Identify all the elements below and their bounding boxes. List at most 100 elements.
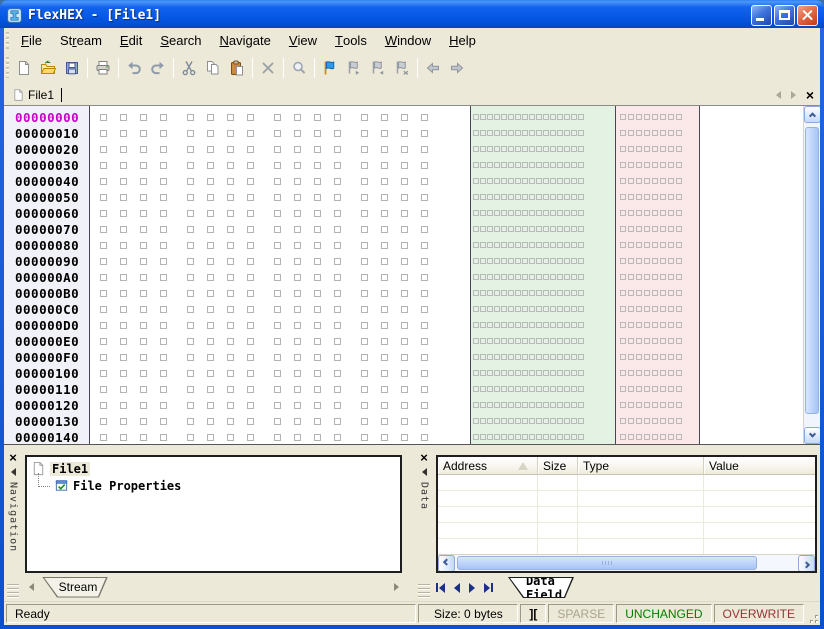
empty-byte-cell[interactable] <box>314 354 321 361</box>
empty-byte-cell[interactable] <box>294 178 301 185</box>
empty-ansi-cell[interactable] <box>501 386 507 392</box>
empty-ansi-cell[interactable] <box>536 130 542 136</box>
row-address[interactable]: 00000070 <box>4 222 90 237</box>
empty-wide-cell[interactable] <box>652 274 658 280</box>
empty-ansi-cell[interactable] <box>550 162 556 168</box>
empty-byte-cell[interactable] <box>294 322 301 329</box>
empty-ansi-cell[interactable] <box>564 194 570 200</box>
empty-byte-cell[interactable] <box>160 242 167 249</box>
empty-ansi-cell[interactable] <box>543 226 549 232</box>
empty-ansi-cell[interactable] <box>501 402 507 408</box>
ansi-char-cells[interactable] <box>470 146 616 152</box>
empty-ansi-cell[interactable] <box>571 322 577 328</box>
hex-byte-cells[interactable] <box>90 226 470 233</box>
empty-byte-cell[interactable] <box>140 258 147 265</box>
empty-ansi-cell[interactable] <box>480 402 486 408</box>
empty-wide-cell[interactable] <box>636 178 642 184</box>
empty-wide-cell[interactable] <box>652 418 658 424</box>
empty-ansi-cell[interactable] <box>557 402 563 408</box>
empty-ansi-cell[interactable] <box>564 370 570 376</box>
column-header-value[interactable]: Value <box>704 457 815 474</box>
empty-ansi-cell[interactable] <box>480 386 486 392</box>
empty-byte-cell[interactable] <box>160 434 167 441</box>
empty-byte-cell[interactable] <box>100 322 107 329</box>
empty-ansi-cell[interactable] <box>515 434 521 440</box>
empty-byte-cell[interactable] <box>140 290 147 297</box>
empty-ansi-cell[interactable] <box>564 322 570 328</box>
empty-byte-cell[interactable] <box>381 194 388 201</box>
paste-button[interactable] <box>225 56 249 80</box>
empty-ansi-cell[interactable] <box>494 290 500 296</box>
empty-byte-cell[interactable] <box>361 242 368 249</box>
empty-ansi-cell[interactable] <box>487 418 493 424</box>
empty-byte-cell[interactable] <box>361 258 368 265</box>
empty-byte-cell[interactable] <box>334 402 341 409</box>
row-address[interactable]: 000000F0 <box>4 350 90 365</box>
empty-ansi-cell[interactable] <box>529 402 535 408</box>
empty-byte-cell[interactable] <box>100 418 107 425</box>
empty-byte-cell[interactable] <box>247 210 254 217</box>
minimize-button[interactable] <box>751 5 772 26</box>
empty-ansi-cell[interactable] <box>557 146 563 152</box>
empty-ansi-cell[interactable] <box>508 274 514 280</box>
empty-ansi-cell[interactable] <box>515 418 521 424</box>
empty-ansi-cell[interactable] <box>557 338 563 344</box>
empty-ansi-cell[interactable] <box>543 370 549 376</box>
empty-ansi-cell[interactable] <box>515 226 521 232</box>
wide-char-cells[interactable] <box>616 114 700 120</box>
empty-byte-cell[interactable] <box>274 258 281 265</box>
empty-ansi-cell[interactable] <box>536 226 542 232</box>
empty-wide-cell[interactable] <box>636 258 642 264</box>
empty-byte-cell[interactable] <box>334 258 341 265</box>
empty-ansi-cell[interactable] <box>536 370 542 376</box>
empty-byte-cell[interactable] <box>421 402 428 409</box>
empty-ansi-cell[interactable] <box>564 306 570 312</box>
empty-byte-cell[interactable] <box>160 306 167 313</box>
empty-byte-cell[interactable] <box>334 114 341 121</box>
ansi-char-cells[interactable] <box>470 434 616 440</box>
empty-ansi-cell[interactable] <box>578 114 584 120</box>
wide-char-cells[interactable] <box>616 322 700 328</box>
empty-wide-cell[interactable] <box>636 418 642 424</box>
empty-ansi-cell[interactable] <box>571 226 577 232</box>
empty-byte-cell[interactable] <box>294 258 301 265</box>
row-address[interactable]: 000000E0 <box>4 334 90 349</box>
empty-byte-cell[interactable] <box>381 226 388 233</box>
empty-byte-cell[interactable] <box>381 178 388 185</box>
empty-ansi-cell[interactable] <box>557 306 563 312</box>
empty-byte-cell[interactable] <box>361 146 368 153</box>
empty-byte-cell[interactable] <box>187 178 194 185</box>
empty-byte-cell[interactable] <box>381 402 388 409</box>
empty-byte-cell[interactable] <box>421 178 428 185</box>
empty-ansi-cell[interactable] <box>522 434 528 440</box>
empty-wide-cell[interactable] <box>668 226 674 232</box>
empty-ansi-cell[interactable] <box>473 338 479 344</box>
empty-byte-cell[interactable] <box>207 146 214 153</box>
empty-ansi-cell[interactable] <box>494 146 500 152</box>
empty-ansi-cell[interactable] <box>480 258 486 264</box>
empty-byte-cell[interactable] <box>334 194 341 201</box>
empty-wide-cell[interactable] <box>644 354 650 360</box>
ansi-char-cells[interactable] <box>470 322 616 328</box>
empty-ansi-cell[interactable] <box>564 130 570 136</box>
empty-wide-cell[interactable] <box>628 162 634 168</box>
undo-button[interactable] <box>122 56 146 80</box>
empty-wide-cell[interactable] <box>676 146 682 152</box>
empty-byte-cell[interactable] <box>314 210 321 217</box>
empty-wide-cell[interactable] <box>636 210 642 216</box>
empty-byte-cell[interactable] <box>160 146 167 153</box>
empty-wide-cell[interactable] <box>652 402 658 408</box>
empty-ansi-cell[interactable] <box>508 178 514 184</box>
empty-byte-cell[interactable] <box>160 274 167 281</box>
empty-byte-cell[interactable] <box>207 354 214 361</box>
empty-ansi-cell[interactable] <box>550 258 556 264</box>
column-header-type[interactable]: Type <box>578 457 704 474</box>
wide-char-cells[interactable] <box>616 146 700 152</box>
empty-byte-cell[interactable] <box>120 386 127 393</box>
tab-data-field[interactable]: Data Field <box>508 577 574 598</box>
empty-wide-cell[interactable] <box>676 434 682 440</box>
row-address[interactable]: 000000D0 <box>4 318 90 333</box>
empty-byte-cell[interactable] <box>227 178 234 185</box>
empty-ansi-cell[interactable] <box>564 418 570 424</box>
empty-wide-cell[interactable] <box>652 194 658 200</box>
